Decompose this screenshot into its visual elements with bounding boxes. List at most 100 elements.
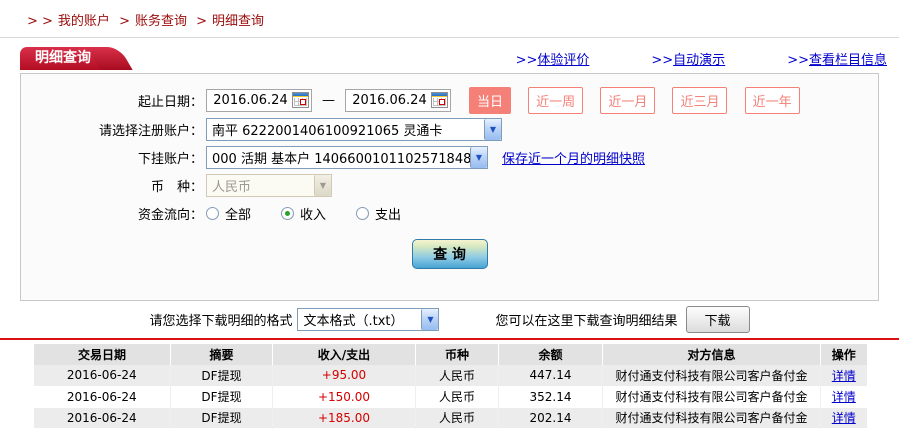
download-format-label: 请您选择下载明细的格式 [149, 313, 293, 329]
download-hint: 您可以在这里下载查询明细结果 [495, 313, 678, 329]
date-range-row: 起止日期： 2016.06.24 — 2016.06.24 当日 近一周 近一月 [21, 86, 878, 114]
quick-range-button[interactable]: 近三月 [672, 86, 728, 114]
radio-icon [206, 206, 219, 220]
cell-date: 2016-06-24 [66, 410, 137, 425]
calendar-icon-top [293, 93, 308, 97]
chevron-down-icon: ▼ [484, 118, 501, 140]
flow-radio-option[interactable]: 收入 [281, 204, 326, 223]
breadcrumb-item[interactable]: 明细查询 [212, 14, 264, 29]
registered-account-label: 请选择注册账户： [98, 123, 203, 139]
cell-balance: 352.14 [498, 386, 603, 407]
breadcrumb-separator: > [119, 14, 130, 29]
cell-date: 2016-06-24 [66, 368, 137, 383]
registered-account-select[interactable]: 南平 6222001406100921065 灵通卡 ▼ [206, 117, 502, 141]
snapshot-link[interactable]: 保存近一个月的明细快照 [502, 148, 645, 167]
breadcrumb-separator: > > [27, 14, 53, 29]
currency-value: 人民币 [212, 179, 252, 195]
registered-account-value: 南平 6222001406100921065 灵通卡 [212, 123, 443, 139]
download-format-value: 文本格式（.txt） [303, 313, 404, 329]
date-from-value: 2016.06.24 [213, 92, 288, 108]
table-top-rule [0, 338, 899, 340]
radio-icon [281, 206, 295, 220]
chevron-down-icon: ▼ [314, 174, 331, 196]
date-range-dash: — [322, 92, 335, 108]
query-button[interactable]: 查 询 [411, 239, 488, 269]
date-range-label: 起止日期： [137, 94, 203, 110]
flow-radio-label: 支出 [375, 207, 402, 223]
cell-balance: 447.14 [498, 365, 603, 386]
top-links: >>体验评价 >>自动演示 >>查看栏目信息 [516, 49, 887, 68]
cell-summary: DF提现 [170, 407, 273, 428]
currency-label: 币 种： [150, 179, 203, 195]
quick-range-buttons: 当日 近一周 近一月 近三月 近一年 [451, 86, 800, 114]
flow-direction-row: 资金流向： 全部 收入 支出 [21, 201, 878, 225]
top-link[interactable]: >>查看栏目信息 [787, 49, 887, 68]
quick-range-button[interactable]: 当日 [469, 86, 512, 114]
breadcrumb-item[interactable]: 账务查询 [135, 14, 187, 29]
cell-currency: 人民币 [415, 407, 499, 428]
table-header-cell: 交易日期 [33, 344, 171, 365]
download-row: 请您选择下载明细的格式 文本格式（.txt） ▼ 您可以在这里下载查询明细结果 … [0, 301, 899, 337]
cell-counterparty: 财付通支付科技有限公司客户备付金 [602, 407, 821, 428]
quick-range-button[interactable]: 近一年 [744, 86, 800, 114]
calendar-icon[interactable] [431, 92, 448, 108]
table-header-cell: 收入/支出 [272, 344, 416, 365]
cell-counterparty: 财付通支付科技有限公司客户备付金 [602, 365, 821, 386]
cell-balance: 202.14 [498, 407, 603, 428]
table-row: 2016-06-24 DF提现 +95.00 人民币 447.14 财付通支付科… [33, 365, 867, 386]
query-button-row: 查 询 [21, 239, 878, 269]
date-from-input[interactable]: 2016.06.24 [206, 88, 312, 112]
registered-account-row: 请选择注册账户： 南平 6222001406100921065 灵通卡 ▼ [21, 117, 878, 141]
download-format-select[interactable]: 文本格式（.txt） ▼ [297, 307, 440, 331]
radio-icon [356, 206, 370, 220]
currency-select-disabled: 人民币 ▼ [206, 173, 332, 197]
calendar-icon-grid [294, 98, 307, 106]
table-header-row: 交易日期 摘要 收入/支出 币种 余额 对方信息 操作 [33, 344, 867, 365]
download-button[interactable]: 下载 [685, 305, 750, 333]
quick-range-button[interactable]: 近一周 [528, 86, 584, 114]
table-body: 2016-06-24 DF提现 +95.00 人民币 447.14 财付通支付科… [33, 365, 867, 428]
flow-radio-label: 收入 [300, 207, 327, 223]
calendar-icon[interactable] [292, 92, 309, 108]
breadcrumb-item[interactable]: 我的账户 [58, 14, 110, 29]
cell-currency: 人民币 [415, 365, 499, 386]
breadcrumb-separator: > [196, 14, 208, 29]
tab-detail-query[interactable]: 明细查询 [20, 47, 106, 70]
table-header-cell: 摘要 [170, 344, 273, 365]
calendar-icon-top [432, 93, 447, 97]
table-header-cell: 币种 [415, 344, 499, 365]
sub-account-label: 下挂账户： [137, 151, 203, 167]
date-to-input[interactable]: 2016.06.24 [345, 88, 451, 112]
detail-link[interactable]: 详情 [832, 411, 856, 425]
table-row: 2016-06-24 DF提现 +150.00 人民币 352.14 财付通支付… [33, 386, 867, 407]
chevron-down-icon: ▼ [470, 146, 487, 168]
cell-amount: +150.00 [272, 386, 416, 407]
table-row: 2016-06-24 DF提现 +185.00 人民币 202.14 财付通支付… [33, 407, 867, 428]
tab-label: 明细查询 [35, 50, 91, 66]
flow-radio-label: 全部 [225, 207, 252, 223]
tab-row: 明细查询 >>体验评价 >>自动演示 >>查看栏目信息 [0, 47, 899, 70]
sub-account-row: 下挂账户： 000 活期 基本户 1406600101102571848 ▼ 保… [21, 145, 878, 169]
top-link[interactable]: >>体验评价 [516, 49, 590, 68]
detail-link[interactable]: 详情 [832, 390, 856, 404]
cell-summary: DF提现 [170, 365, 273, 386]
currency-row: 币 种： 人民币 ▼ [21, 173, 878, 197]
table-header-cell: 余额 [498, 344, 603, 365]
table-header-cell: 对方信息 [602, 344, 821, 365]
transactions-table: 交易日期 摘要 收入/支出 币种 余额 对方信息 操作 2016-06-24 DF提现 +9… [33, 344, 867, 429]
quick-range-button[interactable]: 近一月 [600, 86, 656, 114]
double-chevron-icon: >> [651, 53, 674, 68]
table-header-cell: 操作 [820, 344, 867, 365]
cell-date: 2016-06-24 [66, 389, 137, 404]
sub-account-select[interactable]: 000 活期 基本户 1406600101102571848 ▼ [206, 145, 488, 169]
cell-summary: DF提现 [170, 386, 273, 407]
flow-radio-group: 全部 收入 支出 [206, 204, 431, 223]
header-divider [0, 37, 899, 38]
chevron-down-icon: ▼ [421, 308, 439, 330]
detail-link[interactable]: 详情 [832, 369, 856, 383]
flow-radio-option[interactable]: 全部 [206, 204, 251, 223]
top-link[interactable]: >>自动演示 [651, 49, 725, 68]
query-form-panel: 起止日期： 2016.06.24 — 2016.06.24 当日 近一周 近一月 [20, 73, 879, 301]
flow-radio-option[interactable]: 支出 [356, 204, 401, 223]
cell-currency: 人民币 [415, 386, 499, 407]
